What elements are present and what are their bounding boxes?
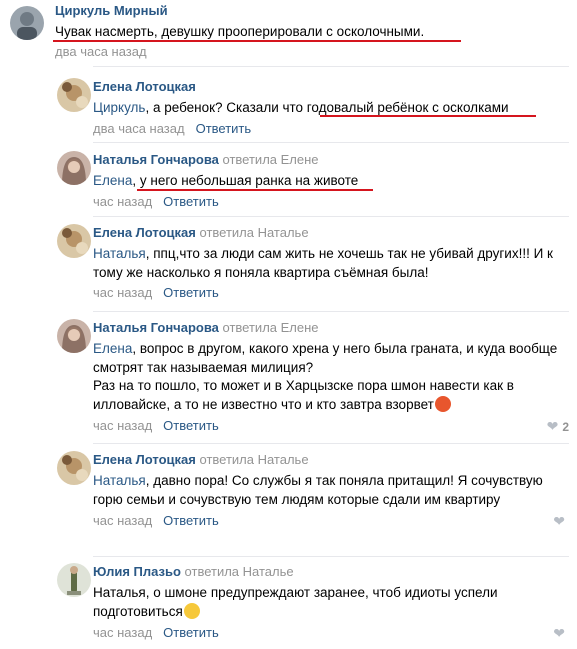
avatar[interactable] [57,319,91,353]
divider [93,311,569,312]
like-button[interactable]: ❤ [553,512,569,531]
timestamp[interactable]: два часа назад [55,44,147,59]
divider [93,443,569,444]
comment-text: Наталья, ппц,что за люди сам жить не хоч… [93,246,553,280]
comment-text-paragraph: Раз на то пошло, то может и в Харцызске … [93,378,514,412]
angry-face-icon [434,395,451,412]
timestamp[interactable]: час назад [93,625,152,640]
like-button[interactable]: ❤ 2 [547,417,569,436]
author-name[interactable]: Елена Лотоцкая [93,452,196,467]
like-button[interactable]: ❤ [553,624,569,643]
addressee-link[interactable]: Елена [93,173,132,188]
divider [93,66,569,67]
comment-text: Елена, вопрос в другом, какого хрена у н… [93,341,558,375]
comment-body: Циркуль Мирный Чувак насмерть, девушку п… [55,2,569,61]
replied-to-label[interactable]: ответила Наталье [185,564,294,579]
timestamp[interactable]: час назад [93,418,152,433]
comment-meta: час назад Ответить ❤ 2 [93,417,569,435]
timestamp[interactable]: час назад [93,194,152,209]
comment-body: Елена Лотоцкая ответила Наталье Наталья,… [93,224,569,302]
addressee-link[interactable]: Циркуль [93,100,145,115]
divider [93,142,569,143]
author-name[interactable]: Елена Лотоцкая [93,79,196,94]
comment-text: Елена, у него небольшая ранка на животе [93,173,359,188]
timestamp[interactable]: час назад [93,513,152,528]
reply-button[interactable]: Ответить [163,625,219,640]
timestamp[interactable]: два часа назад [93,121,185,136]
like-count: 2 [562,420,569,434]
reply-button[interactable]: Ответить [163,418,219,433]
avatar[interactable] [57,224,91,258]
comment-meta: два часа назад [55,43,569,61]
avatar[interactable] [10,6,44,40]
comment-body: Наталья Гончарова ответила Елене Елена, … [93,319,569,435]
highlight-underline [137,189,373,191]
comment-body: Елена Лотоцкая Циркуль, а ребенок? Сказа… [93,78,569,138]
replied-to-label[interactable]: ответила Наталье [200,452,309,467]
author-name[interactable]: Циркуль Мирный [55,3,168,18]
highlight-underline [320,115,536,117]
replied-to-label[interactable]: ответила Наталье [200,225,309,240]
comment-text: Чувак насмерть, девушку прооперировали с… [55,24,425,39]
heart-icon: ❤ [553,625,565,641]
reply-button[interactable]: Ответить [196,121,252,136]
comment-meta: час назад Ответить [93,193,569,211]
author-name[interactable]: Юлия Плазьо [93,564,181,579]
comment-meta: час назад Ответить ❤ [93,624,569,642]
comment-body: Наталья Гончарова ответила Елене Елена, … [93,151,569,211]
divider [93,216,569,217]
comment-body: Елена Лотоцкая ответила Наталье Наталья,… [93,451,569,530]
comment-text: Наталья, давно пора! Со службы я так пон… [93,473,543,507]
heart-icon: ❤ [546,418,559,434]
comment-meta: час назад Ответить ❤ [93,512,569,530]
addressee-link[interactable]: Наталья [93,473,146,488]
comment-text: Наталья, о шмоне предупреждают заранее, … [93,585,498,619]
replied-to-label[interactable]: ответила Елене [223,320,319,335]
addressee-link[interactable]: Елена [93,341,132,356]
avatar[interactable] [57,451,91,485]
comment-meta: час назад Ответить [93,284,569,302]
author-name[interactable]: Наталья Гончарова [93,320,219,335]
avatar[interactable] [57,151,91,185]
timestamp[interactable]: час назад [93,285,152,300]
reply-button[interactable]: Ответить [163,194,219,209]
highlight-underline [53,40,461,42]
heart-icon: ❤ [553,513,565,529]
smirking-face-icon [183,602,200,619]
addressee-link[interactable]: Наталья [93,246,146,261]
reply-button[interactable]: Ответить [163,285,219,300]
author-name[interactable]: Елена Лотоцкая [93,225,196,240]
comment-body: Юлия Плазьо ответила Наталье Наталья, о … [93,563,569,642]
divider [93,556,569,557]
avatar[interactable] [57,563,91,597]
avatar[interactable] [57,78,91,112]
replied-to-label[interactable]: ответила Елене [223,152,319,167]
comment-meta: два часа назад Ответить [93,120,569,138]
author-name[interactable]: Наталья Гончарова [93,152,219,167]
reply-button[interactable]: Ответить [163,513,219,528]
